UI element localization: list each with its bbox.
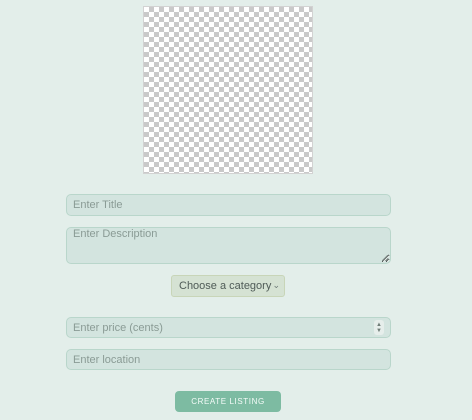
description-input[interactable] bbox=[66, 227, 391, 264]
category-select-value: Choose a category bbox=[179, 280, 272, 292]
create-listing-page: Choose a category ⌄ ▲ ▼ CREATE LISTING bbox=[0, 0, 472, 420]
title-input[interactable] bbox=[66, 194, 391, 216]
category-select[interactable]: Choose a category ⌄ bbox=[171, 275, 285, 297]
location-input[interactable] bbox=[66, 349, 391, 370]
chevron-down-icon: ⌄ bbox=[272, 280, 280, 290]
resize-handle-icon[interactable] bbox=[382, 255, 388, 261]
description-field-wrap bbox=[66, 227, 391, 264]
price-input[interactable] bbox=[66, 317, 391, 338]
stepper-down-icon[interactable]: ▼ bbox=[376, 328, 382, 334]
create-listing-button[interactable]: CREATE LISTING bbox=[175, 391, 281, 412]
image-preview[interactable] bbox=[143, 6, 313, 174]
price-stepper[interactable]: ▲ ▼ bbox=[374, 320, 384, 335]
